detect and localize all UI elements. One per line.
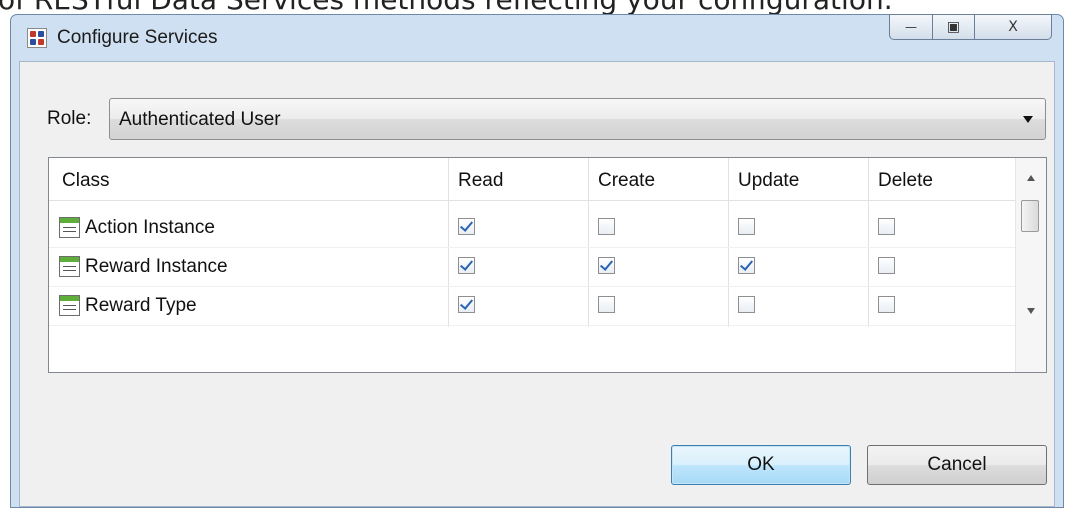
create-checkbox[interactable]	[598, 218, 615, 235]
table-row[interactable]: Action Instance	[49, 208, 1015, 247]
class-name: Reward Type	[85, 295, 197, 316]
create-checkbox[interactable]	[598, 257, 615, 274]
update-checkbox[interactable]	[738, 218, 755, 235]
scroll-up-icon[interactable]	[1027, 175, 1035, 181]
column-header-update[interactable]: Update	[738, 170, 799, 192]
maximize-button[interactable]: ▣	[932, 14, 975, 40]
table-row[interactable]: Reward Type	[49, 286, 1015, 325]
close-icon: X	[1008, 19, 1018, 35]
dialog-body: Role: Authenticated User Class Read Crea…	[19, 61, 1055, 507]
minimize-button[interactable]: —	[889, 14, 933, 40]
delete-checkbox[interactable]	[878, 296, 895, 313]
table-header: Class Read Create Update Delete	[49, 158, 1015, 201]
column-header-read[interactable]: Read	[458, 170, 503, 192]
permissions-table: Class Read Create Update Delete Action I…	[48, 157, 1047, 373]
configure-services-dialog: Configure Services — ▣ X Role: Authentic…	[10, 14, 1064, 508]
class-name: Reward Instance	[85, 256, 228, 277]
chevron-down-icon	[1023, 116, 1033, 123]
role-label: Role:	[47, 108, 92, 129]
title-bar[interactable]: Configure Services — ▣ X	[11, 14, 1063, 61]
close-button[interactable]: X	[974, 14, 1052, 40]
cancel-button[interactable]: Cancel	[867, 445, 1047, 485]
role-select[interactable]: Authenticated User	[109, 98, 1046, 140]
update-checkbox[interactable]	[738, 257, 755, 274]
column-header-delete[interactable]: Delete	[878, 170, 933, 192]
column-header-class[interactable]: Class	[62, 170, 110, 192]
class-entity-icon	[59, 295, 80, 316]
read-checkbox[interactable]	[458, 257, 475, 274]
app-icon	[27, 28, 47, 48]
vertical-scrollbar[interactable]	[1015, 158, 1046, 372]
read-checkbox[interactable]	[458, 296, 475, 313]
update-checkbox[interactable]	[738, 296, 755, 313]
class-name: Action Instance	[85, 217, 215, 238]
table-row[interactable]: Reward Instance	[49, 247, 1015, 286]
class-entity-icon	[59, 217, 80, 238]
delete-checkbox[interactable]	[878, 218, 895, 235]
row-divider	[49, 325, 1015, 326]
role-select-value: Authenticated User	[119, 109, 281, 130]
scroll-down-icon[interactable]	[1027, 308, 1035, 314]
read-checkbox[interactable]	[458, 218, 475, 235]
window-title: Configure Services	[57, 27, 218, 48]
class-entity-icon	[59, 256, 80, 277]
minimize-icon: —	[905, 20, 917, 34]
scrollbar-thumb[interactable]	[1021, 200, 1039, 232]
ok-button[interactable]: OK	[671, 445, 851, 485]
column-header-create[interactable]: Create	[598, 170, 655, 192]
maximize-icon: ▣	[946, 19, 961, 35]
delete-checkbox[interactable]	[878, 257, 895, 274]
create-checkbox[interactable]	[598, 296, 615, 313]
